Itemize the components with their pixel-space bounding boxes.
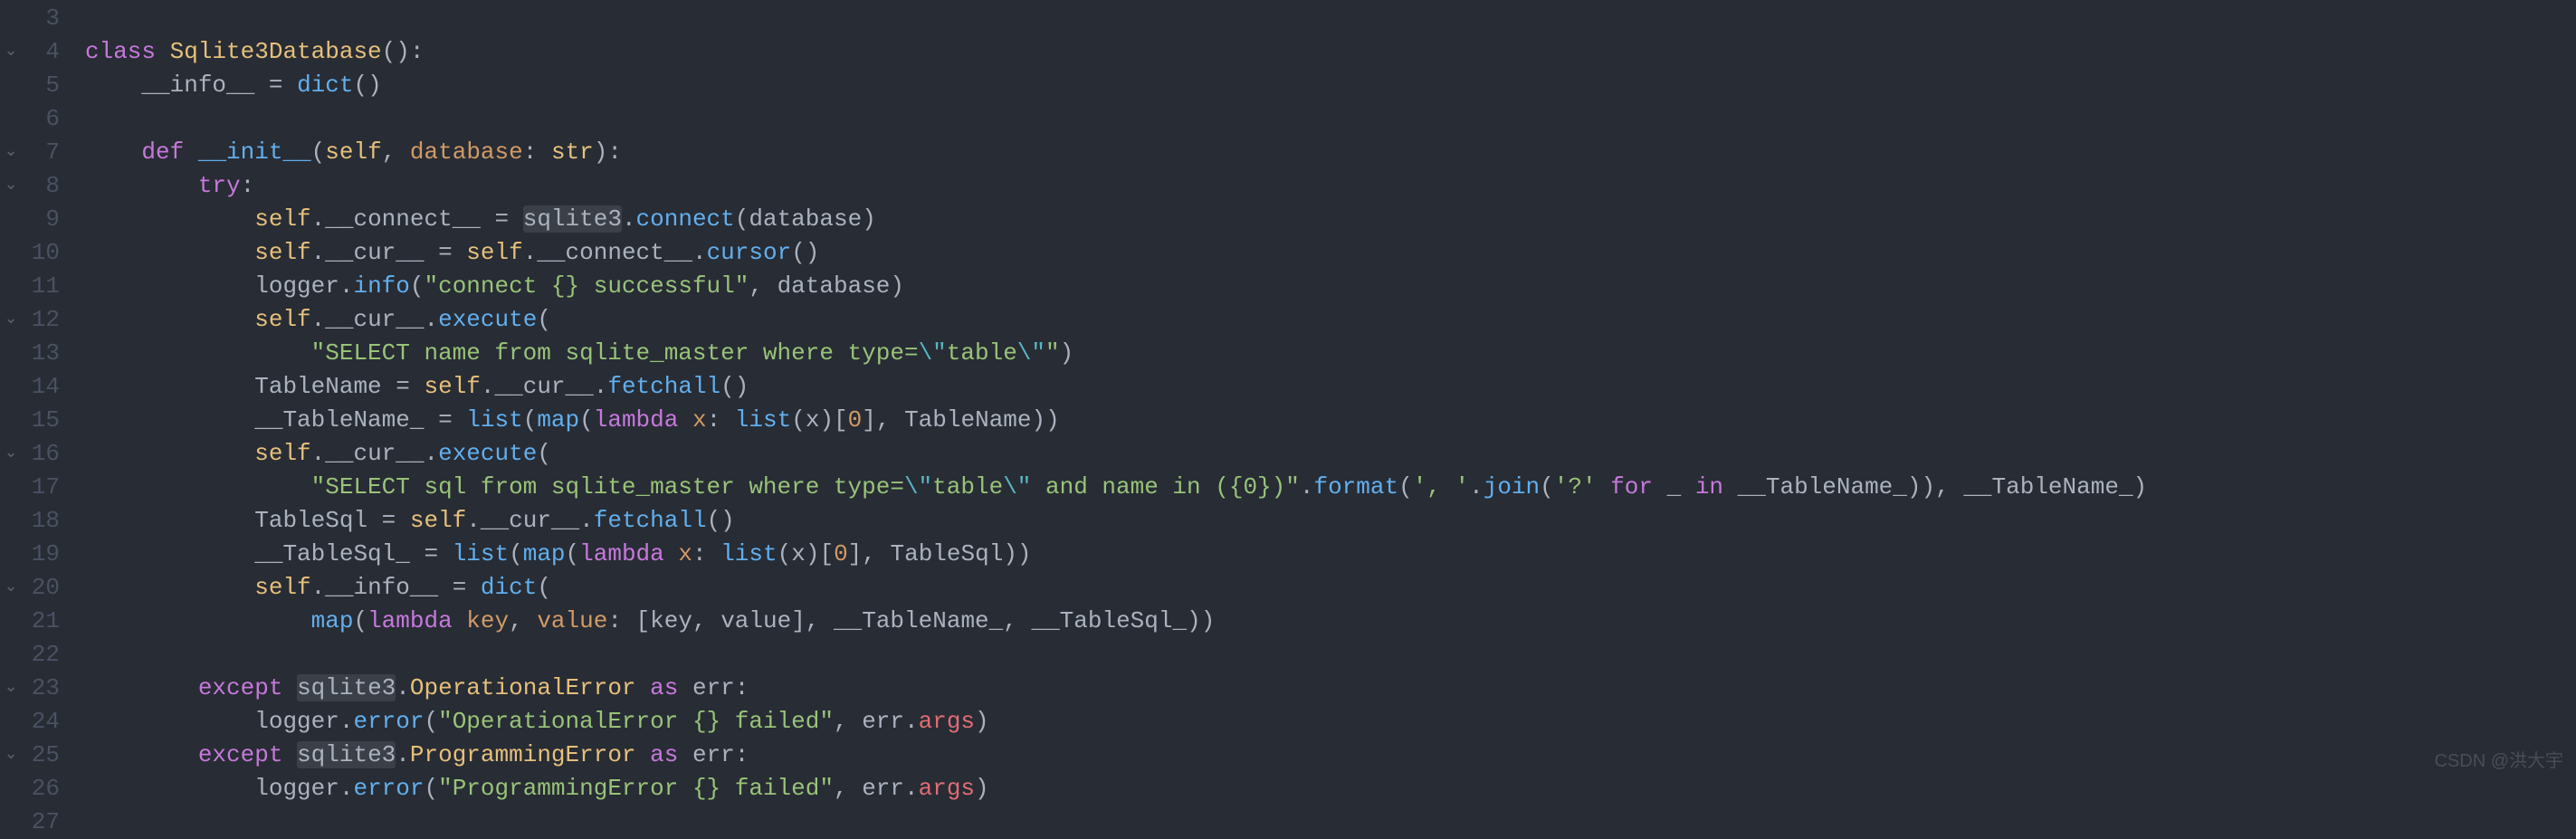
line-number: 7 <box>22 136 60 169</box>
code-line[interactable]: __info__ = dict() <box>85 69 2576 102</box>
code-line[interactable]: TableName = self.__cur__.fetchall() <box>85 370 2576 404</box>
fold-spacer <box>0 504 22 538</box>
fold-spacer <box>0 203 22 236</box>
line-number: 8 <box>22 169 60 203</box>
code-line[interactable]: self.__info__ = dict( <box>85 571 2576 605</box>
code-editor[interactable]: ⌄⌄⌄⌄⌄⌄⌄⌄ 3456789101112131415161718192021… <box>0 0 2576 786</box>
fold-spacer <box>0 236 22 270</box>
fold-spacer <box>0 806 22 839</box>
line-number: 18 <box>22 504 60 538</box>
line-number: 5 <box>22 69 60 102</box>
fold-toggle-icon[interactable]: ⌄ <box>0 571 22 605</box>
code-line[interactable]: self.__cur__.execute( <box>85 437 2576 471</box>
code-line[interactable]: TableSql = self.__cur__.fetchall() <box>85 504 2576 538</box>
code-line[interactable] <box>85 806 2576 839</box>
line-number: 23 <box>22 672 60 705</box>
code-line[interactable]: __TableSql_ = list(map(lambda x: list(x)… <box>85 538 2576 571</box>
code-line[interactable]: self.__cur__ = self.__connect__.cursor() <box>85 236 2576 270</box>
line-number: 27 <box>22 806 60 839</box>
code-content[interactable]: class Sqlite3Database(): __info__ = dict… <box>85 0 2576 786</box>
code-line[interactable] <box>85 102 2576 136</box>
fold-spacer <box>0 370 22 404</box>
line-number: 22 <box>22 638 60 672</box>
fold-spacer <box>0 605 22 638</box>
fold-spacer <box>0 2 22 35</box>
line-number-gutter: 3456789101112131415161718192021222324252… <box>22 0 85 786</box>
watermark: CSDN @洪大宇 <box>2434 745 2563 778</box>
line-number: 19 <box>22 538 60 571</box>
fold-spacer <box>0 772 22 806</box>
line-number: 11 <box>22 270 60 303</box>
code-line[interactable]: except sqlite3.OperationalError as err: <box>85 672 2576 705</box>
line-number: 24 <box>22 705 60 739</box>
fold-spacer <box>0 337 22 370</box>
fold-spacer <box>0 538 22 571</box>
fold-toggle-icon[interactable]: ⌄ <box>0 136 22 169</box>
line-number: 4 <box>22 35 60 69</box>
fold-spacer <box>0 638 22 672</box>
line-number: 14 <box>22 370 60 404</box>
code-line[interactable]: def __init__(self, database: str): <box>85 136 2576 169</box>
fold-toggle-icon[interactable]: ⌄ <box>0 169 22 203</box>
line-number: 25 <box>22 739 60 772</box>
code-line[interactable]: class Sqlite3Database(): <box>85 35 2576 69</box>
code-line[interactable]: except sqlite3.ProgrammingError as err: <box>85 739 2576 772</box>
fold-spacer <box>0 69 22 102</box>
code-line[interactable] <box>85 638 2576 672</box>
line-number: 16 <box>22 437 60 471</box>
fold-spacer <box>0 404 22 437</box>
code-line[interactable]: logger.info("connect {} successful", dat… <box>85 270 2576 303</box>
code-line[interactable]: self.__connect__ = sqlite3.connect(datab… <box>85 203 2576 236</box>
fold-toggle-icon[interactable]: ⌄ <box>0 739 22 772</box>
fold-toggle-icon[interactable]: ⌄ <box>0 672 22 705</box>
fold-column: ⌄⌄⌄⌄⌄⌄⌄⌄ <box>0 0 22 786</box>
code-line[interactable]: "SELECT sql from sqlite_master where typ… <box>85 471 2576 504</box>
line-number: 26 <box>22 772 60 806</box>
code-line[interactable]: map(lambda key, value: [key, value], __T… <box>85 605 2576 638</box>
code-line[interactable] <box>85 2 2576 35</box>
line-number: 3 <box>22 2 60 35</box>
code-line[interactable]: "SELECT name from sqlite_master where ty… <box>85 337 2576 370</box>
line-number: 6 <box>22 102 60 136</box>
fold-toggle-icon[interactable]: ⌄ <box>0 35 22 69</box>
line-number: 13 <box>22 337 60 370</box>
code-line[interactable]: logger.error("ProgrammingError {} failed… <box>85 772 2576 806</box>
fold-spacer <box>0 270 22 303</box>
line-number: 9 <box>22 203 60 236</box>
line-number: 20 <box>22 571 60 605</box>
code-line[interactable]: self.__cur__.execute( <box>85 303 2576 337</box>
line-number: 15 <box>22 404 60 437</box>
fold-toggle-icon[interactable]: ⌄ <box>0 437 22 471</box>
line-number: 12 <box>22 303 60 337</box>
line-number: 21 <box>22 605 60 638</box>
fold-spacer <box>0 102 22 136</box>
code-line[interactable]: try: <box>85 169 2576 203</box>
code-line[interactable]: __TableName_ = list(map(lambda x: list(x… <box>85 404 2576 437</box>
fold-spacer <box>0 705 22 739</box>
line-number: 10 <box>22 236 60 270</box>
fold-toggle-icon[interactable]: ⌄ <box>0 303 22 337</box>
code-line[interactable]: logger.error("OperationalError {} failed… <box>85 705 2576 739</box>
fold-spacer <box>0 471 22 504</box>
line-number: 17 <box>22 471 60 504</box>
